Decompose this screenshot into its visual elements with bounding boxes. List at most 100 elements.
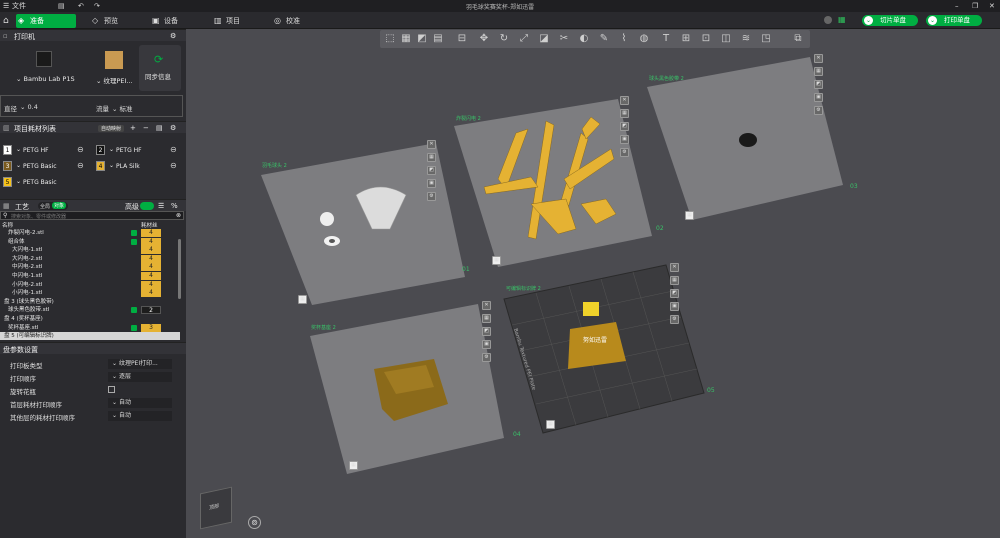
plate-label[interactable]: 球头黑色胶带 2 bbox=[649, 75, 684, 82]
plate-4-settings-icon[interactable]: ⚙ bbox=[482, 353, 491, 362]
status-dot-icon[interactable] bbox=[824, 16, 832, 24]
object-option[interactable]: 对象 bbox=[52, 202, 67, 209]
tab-project[interactable]: ▥ 项目 bbox=[212, 14, 262, 28]
tree-row[interactable]: 小闪电-1.stl 4 bbox=[0, 289, 180, 298]
sync-filament-icon[interactable]: ▤ bbox=[156, 124, 163, 132]
filament-index[interactable]: 4 bbox=[141, 237, 161, 246]
plate-1-arrange-icon[interactable]: ▦ bbox=[427, 153, 436, 162]
remove-filament-icon[interactable]: ⊖ bbox=[77, 145, 84, 154]
param-dropdown[interactable]: ⌄ 自动 bbox=[108, 398, 172, 408]
chevron-down-icon[interactable]: ⌄ bbox=[16, 146, 21, 153]
visibility-checkbox[interactable] bbox=[131, 238, 137, 245]
filament-swatch[interactable]: 1 bbox=[3, 145, 12, 155]
param-dropdown[interactable]: ⌄ 逐层 bbox=[108, 372, 172, 382]
shuttlecock-head[interactable] bbox=[320, 212, 334, 226]
plate-1-thumb-icon[interactable]: ▦ bbox=[298, 295, 307, 304]
tree-row[interactable]: 盘 3 (球头黑色胶带) bbox=[0, 298, 180, 306]
plate-2-close-icon[interactable]: ✕ bbox=[620, 96, 629, 105]
slice-plate-button[interactable]: ⌄ 切片单盘 bbox=[862, 15, 918, 26]
plate-1-lock-icon[interactable]: ▣ bbox=[427, 179, 436, 188]
tree-scrollbar[interactable] bbox=[178, 239, 181, 299]
filament-item-2[interactable]: 2 ⌄ PETG HF ⊖ bbox=[96, 145, 180, 157]
tab-prepare[interactable]: ◈ 准备 bbox=[16, 14, 76, 28]
plate-5-orient-icon[interactable]: ◩ bbox=[670, 289, 679, 298]
3d-viewport[interactable]: ⬚ ▦ ◩ ▤ ⊟ ✥ ↻ ⤢ ◪ ✂ ◐ ✎ ⌇ ◍ T ⊞ ⊡ ◫ ≋ ◳ … bbox=[186, 29, 1000, 538]
printer-card[interactable]: ⌄ Bambu Lab P1S bbox=[16, 45, 90, 91]
plate-2-arrange-icon[interactable]: ▦ bbox=[620, 109, 629, 118]
tree-row[interactable]: 中闪电-1.stl 4 bbox=[0, 272, 180, 280]
add-icon[interactable]: + bbox=[130, 124, 136, 132]
filament-item-5[interactable]: 5 ⌄ PETG Basic bbox=[3, 177, 87, 189]
plate-4-close-icon[interactable]: ✕ bbox=[482, 301, 491, 310]
plate-label[interactable]: 奖杯基座 2 bbox=[311, 324, 336, 331]
plate-5-close-icon[interactable]: ✕ bbox=[670, 263, 679, 272]
plate-label[interactable]: 炸裂闪电 2 bbox=[456, 115, 481, 122]
visibility-checkbox[interactable] bbox=[131, 230, 137, 236]
filament-swatch[interactable]: 4 bbox=[96, 161, 105, 171]
param-dropdown[interactable]: ⌄ 纹理PEI打印... bbox=[108, 359, 172, 369]
vase-mode-checkbox[interactable] bbox=[108, 386, 115, 393]
filament-item-3[interactable]: 3 ⌄ PETG Basic ⊖ bbox=[3, 161, 87, 173]
filament-index[interactable]: 3 bbox=[141, 323, 161, 332]
tree-row[interactable]: 大闪电-2.stl 4 bbox=[0, 254, 180, 263]
plate-4-arrange-icon[interactable]: ▦ bbox=[482, 314, 491, 323]
plate-3-thumb-icon[interactable]: ▦ bbox=[685, 211, 694, 220]
tree-row[interactable]: 小闪电-2.stl 4 bbox=[0, 280, 180, 289]
filament-index[interactable]: 4 bbox=[141, 229, 161, 237]
tree-row[interactable]: 球头黑色胶带.stl 2 bbox=[0, 306, 180, 315]
plate-3-settings-icon[interactable]: ⚙ bbox=[814, 106, 823, 115]
view-cube[interactable]: 顶部 bbox=[200, 486, 232, 530]
plate-5-lock-icon[interactable]: ▣ bbox=[670, 302, 679, 311]
sign-plaque[interactable] bbox=[568, 322, 626, 369]
filament-index[interactable]: 4 bbox=[141, 263, 161, 272]
settings-gear-icon[interactable]: ⚙ bbox=[170, 124, 176, 132]
chevron-down-icon[interactable]: ⌄ bbox=[16, 178, 21, 185]
plate-1-close-icon[interactable]: ✕ bbox=[427, 140, 436, 149]
filament-index[interactable]: 4 bbox=[141, 272, 161, 280]
list-icon[interactable]: ☰ bbox=[158, 202, 164, 210]
chevron-down-icon[interactable]: ⌄ bbox=[109, 162, 114, 169]
close-icon[interactable]: ✕ bbox=[989, 1, 995, 11]
tab-device[interactable]: ▣ 设备 bbox=[150, 14, 200, 28]
filament-index[interactable]: 4 bbox=[141, 289, 161, 298]
plate-3-orient-icon[interactable]: ◩ bbox=[814, 80, 823, 89]
filament-item-1[interactable]: 1 ⌄ PETG HF ⊖ bbox=[3, 145, 87, 157]
visibility-checkbox[interactable] bbox=[131, 307, 137, 314]
plate-card[interactable]: ⌄ 纹理PEI... bbox=[94, 45, 136, 91]
plate-1-settings-icon[interactable]: ⚙ bbox=[427, 192, 436, 201]
object-search-box[interactable]: ⚲ 搜索对象、零件或修改器 ⊗ bbox=[0, 211, 184, 220]
home-icon[interactable]: ⌂ bbox=[0, 14, 14, 28]
sync-icon[interactable]: ▦ bbox=[838, 15, 846, 24]
filament-swatch[interactable]: 3 bbox=[3, 161, 12, 171]
filament-swatch[interactable]: 5 bbox=[3, 177, 12, 187]
tab-calibration[interactable]: ◎ 校准 bbox=[272, 14, 322, 28]
clear-icon[interactable]: ⊗ bbox=[176, 212, 181, 219]
filament-index[interactable]: 2 bbox=[141, 306, 161, 315]
remove-filament-icon[interactable]: ⊖ bbox=[170, 145, 177, 154]
tree-row[interactable]: 盘 4 (奖杯基座) bbox=[0, 315, 180, 323]
chevron-down-icon[interactable]: ⌄ bbox=[16, 162, 21, 169]
maximize-icon[interactable]: ❐ bbox=[972, 1, 978, 11]
tree-row[interactable]: 组合体 4 bbox=[0, 237, 180, 246]
plates-canvas[interactable]: 努如迅雷 Bambu Textured PEI Plate bbox=[186, 29, 1000, 538]
visibility-checkbox[interactable] bbox=[131, 324, 137, 331]
remove-filament-icon[interactable]: ⊖ bbox=[170, 161, 177, 170]
plate-5-arrange-icon[interactable]: ▦ bbox=[670, 276, 679, 285]
filament-item-4[interactable]: 4 ⌄ PLA Silk ⊖ bbox=[96, 161, 180, 173]
param-dropdown[interactable]: ⌄ 自动 bbox=[108, 411, 172, 421]
plate-label[interactable]: 可编辑标识牌 2 bbox=[506, 285, 541, 292]
remove-icon[interactable]: − bbox=[143, 124, 149, 132]
tree-row[interactable]: 盘 5 (可编辑标识牌) bbox=[0, 332, 180, 341]
plate-3-close-icon[interactable]: ✕ bbox=[814, 54, 823, 63]
advanced-toggle[interactable] bbox=[140, 202, 154, 210]
filament-index[interactable]: 4 bbox=[141, 254, 161, 263]
remove-filament-icon[interactable]: ⊖ bbox=[77, 161, 84, 170]
flow-dropdown[interactable]: ⌄ 标准 bbox=[112, 103, 133, 113]
search-input[interactable]: 搜索对象、零件或修改器 bbox=[11, 213, 66, 220]
sign-top-block[interactable] bbox=[583, 302, 599, 316]
plate-2-orient-icon[interactable]: ◩ bbox=[620, 122, 629, 131]
print-plate-button[interactable]: ⌄ 打印单盘 bbox=[926, 15, 982, 26]
global-option[interactable]: 全局 bbox=[40, 203, 50, 210]
plate-4-orient-icon[interactable]: ◩ bbox=[482, 327, 491, 336]
plate-label[interactable]: 羽毛球头 2 bbox=[262, 162, 287, 169]
